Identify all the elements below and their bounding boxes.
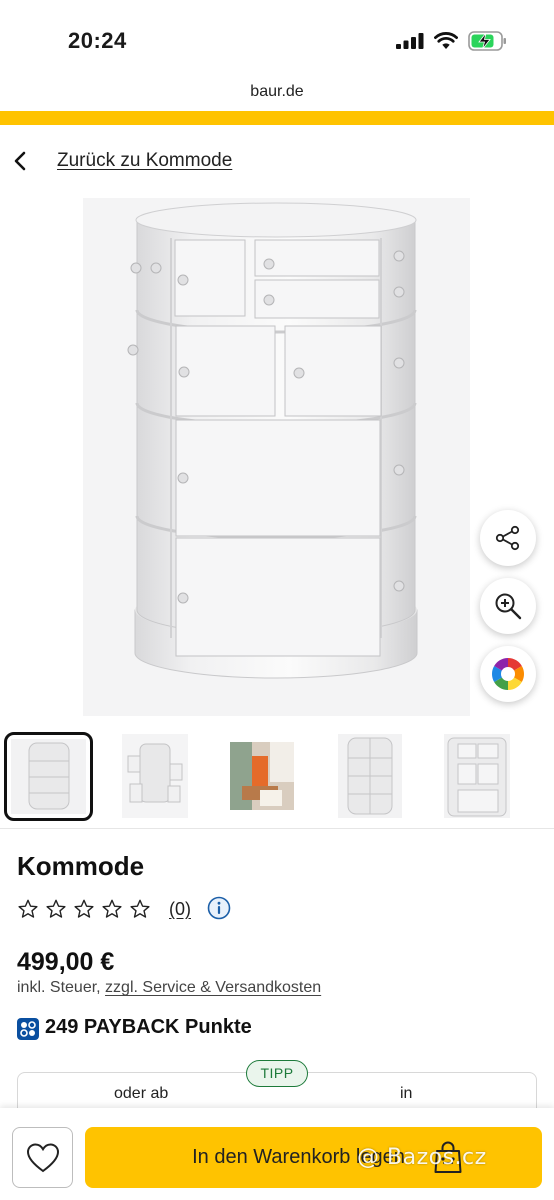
back-chevron-icon[interactable] — [12, 150, 28, 172]
shipping-costs-link[interactable]: zzgl. Service & Versandkosten — [105, 979, 321, 996]
color-variants-button[interactable] — [480, 646, 536, 702]
thumbnail-5[interactable] — [444, 734, 510, 818]
thumbnail-3-image — [230, 742, 294, 810]
heart-icon — [26, 1142, 59, 1172]
zoom-button[interactable] — [480, 578, 536, 634]
thumbnail-2[interactable] — [122, 734, 188, 818]
status-bar: 20:24 baur.de — [0, 0, 554, 100]
thumbnail-5-image — [444, 734, 510, 818]
breadcrumb[interactable]: Zurück zu Kommode — [0, 142, 554, 182]
thumbnail-1-image — [11, 739, 86, 814]
thumbnail-2-image — [122, 734, 188, 818]
star-icon — [18, 899, 38, 918]
star-icon — [46, 899, 66, 918]
tipp-badge: TIPP — [246, 1060, 308, 1087]
tax-prefix: inkl. Steuer, — [17, 979, 106, 996]
financing-left-label: oder ab — [114, 1085, 169, 1102]
star-icon — [130, 899, 150, 918]
payback-icon — [17, 1018, 39, 1040]
thumbnail-1[interactable] — [4, 732, 93, 821]
zoom-icon — [495, 593, 522, 620]
payback-text: 249 PAYBACK Punkte — [45, 1016, 252, 1038]
back-link[interactable]: Zurück zu Kommode — [57, 150, 232, 172]
signal-icon — [396, 33, 424, 49]
thumbnail-3[interactable] — [230, 742, 294, 810]
divider — [0, 828, 554, 829]
thumbnail-4-image — [338, 734, 402, 818]
battery-icon — [468, 31, 506, 51]
share-button[interactable] — [480, 510, 536, 566]
rating-row[interactable]: (0) — [17, 896, 277, 924]
watermark: @ Bazos.cz — [357, 1145, 487, 1170]
thumbnail-4[interactable] — [338, 734, 402, 818]
wishlist-button[interactable] — [12, 1127, 73, 1188]
color-wheel-icon — [491, 658, 525, 690]
product-image[interactable] — [83, 198, 470, 716]
payback-points: 249 PAYBACK Punkte — [17, 1016, 337, 1042]
product-title: Kommode — [17, 851, 145, 881]
review-count-link[interactable]: (0) — [169, 899, 191, 920]
info-icon[interactable] — [207, 896, 231, 920]
star-icon — [74, 899, 94, 918]
product-price: 499,00 € — [17, 948, 115, 976]
share-icon — [495, 525, 520, 551]
round-cabinet-image — [127, 202, 418, 679]
wifi-icon — [434, 32, 458, 49]
tax-info: inkl. Steuer, zzgl. Service & Versandkos… — [17, 979, 321, 997]
brand-accent-bar — [0, 111, 554, 125]
url-text[interactable]: baur.de — [0, 83, 554, 101]
status-time: 20:24 — [68, 28, 127, 53]
financing-right-label: in — [400, 1085, 413, 1102]
star-icon — [102, 899, 122, 918]
thumbnail-strip — [0, 732, 554, 822]
